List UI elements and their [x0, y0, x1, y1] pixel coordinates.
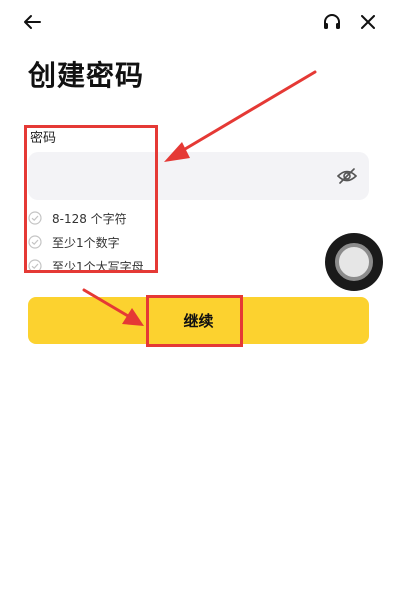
- annotation-arrow-password: [164, 70, 317, 162]
- close-icon: [361, 15, 375, 29]
- requirement-number: 至少1个数字: [28, 230, 144, 254]
- requirement-uppercase: 至少1个大写字母: [28, 254, 144, 278]
- requirement-text: 至少1个大写字母: [52, 259, 144, 274]
- headset-icon: [324, 14, 340, 29]
- requirement-text: 8-128 个字符: [52, 211, 127, 226]
- continue-button[interactable]: 继续: [28, 297, 369, 344]
- check-circle-icon: [28, 235, 42, 249]
- back-button[interactable]: [18, 8, 46, 36]
- close-button[interactable]: [354, 8, 382, 36]
- back-arrow-icon: [24, 15, 41, 29]
- support-button[interactable]: [318, 8, 346, 36]
- check-circle-icon: [28, 211, 42, 225]
- page-title: 创建密码: [28, 59, 145, 92]
- password-label: 密码: [30, 131, 57, 146]
- requirement-length: 8-128 个字符: [28, 206, 144, 230]
- eye-slash-icon: [337, 168, 357, 184]
- password-field[interactable]: [28, 152, 369, 200]
- requirement-text: 至少1个数字: [52, 235, 120, 250]
- password-input[interactable]: [38, 160, 332, 194]
- assistive-touch-icon: [335, 243, 373, 281]
- assistive-touch-button[interactable]: [325, 233, 383, 291]
- visibility-toggle[interactable]: [335, 164, 359, 188]
- password-requirements: 8-128 个字符 至少1个数字 至少1个大写字母: [28, 206, 144, 278]
- check-circle-icon: [28, 259, 42, 273]
